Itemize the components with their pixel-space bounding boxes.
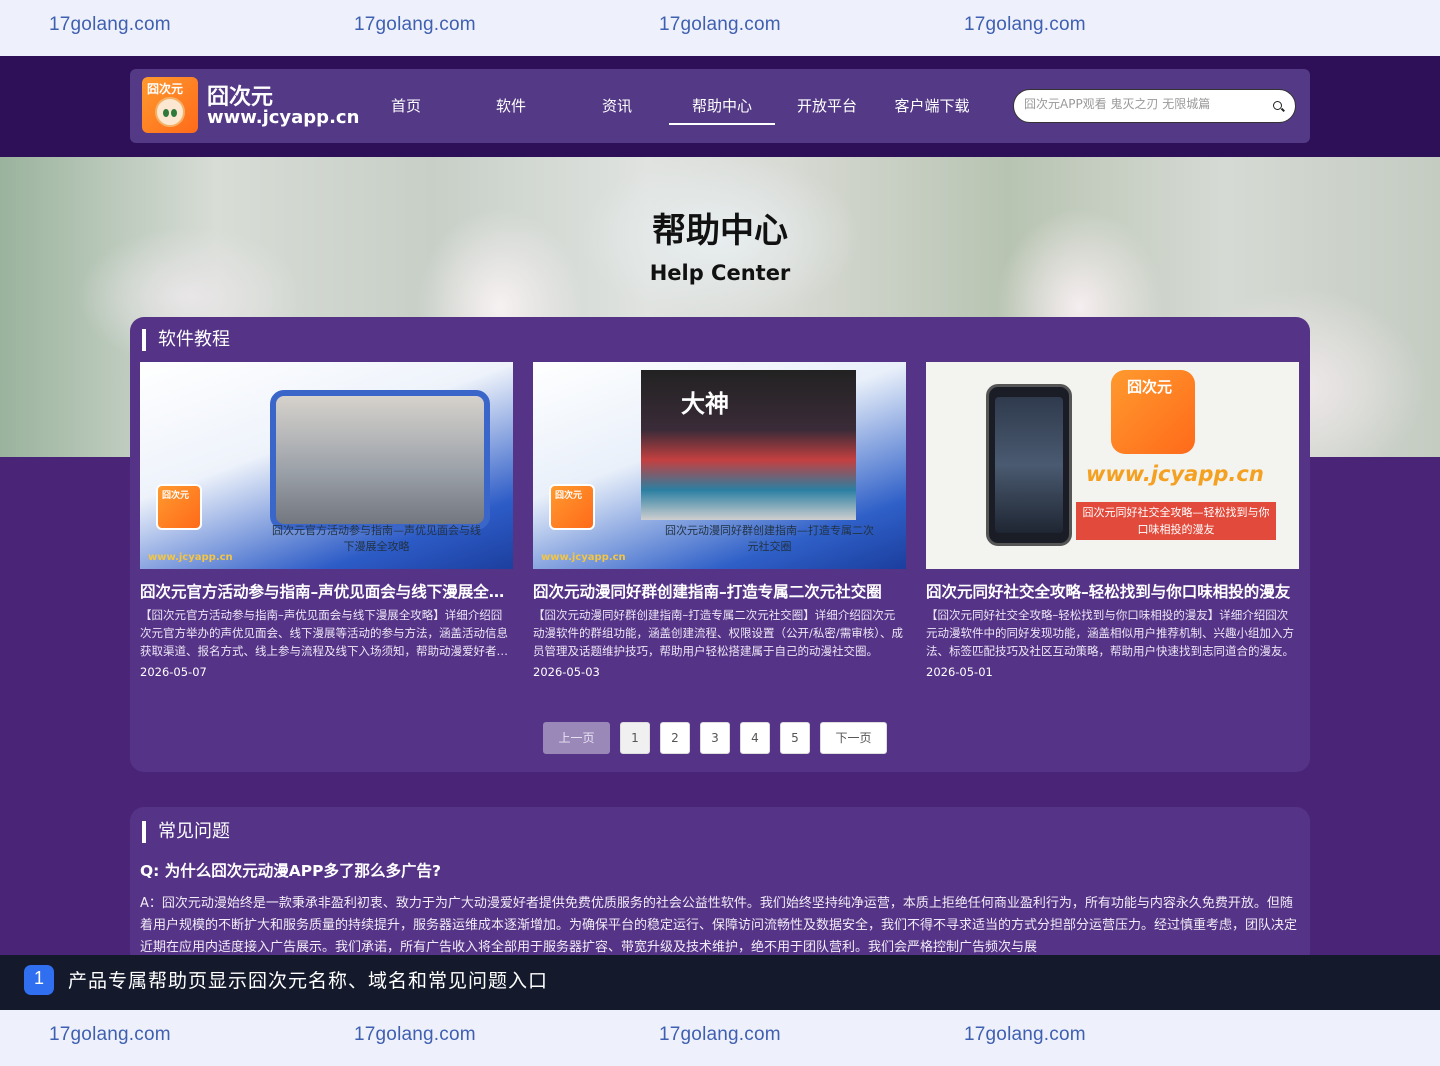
phone-mockup <box>986 384 1072 546</box>
logo-icon: 囧次元 <box>156 484 202 530</box>
logo-icon: 囧次元 <box>1111 370 1195 454</box>
thumbnail-caption: 囧次元同好社交全攻略—轻松找到与你口味相投的漫友 <box>1076 502 1276 540</box>
watermark-text: 17golang.com <box>49 1024 171 1045</box>
nav-software[interactable]: 软件 <box>458 95 564 116</box>
article-summary: 【囧次元官方活动参与指南–声优见面会与线下漫展全攻略】详细介绍囧次元官方举办的声… <box>140 608 508 658</box>
prev-page-button[interactable]: 上一页 <box>543 722 610 754</box>
section-title: 常见问题 <box>142 821 230 843</box>
watermark-text: 17golang.com <box>659 1024 781 1045</box>
search-input[interactable] <box>1024 97 1264 111</box>
watermark-text: 17golang.com <box>659 14 781 35</box>
article-date: 2026-05-07 <box>140 665 207 679</box>
nav-client-download[interactable]: 客户端下载 <box>879 95 985 116</box>
page-button-4[interactable]: 4 <box>740 722 770 754</box>
next-page-button[interactable]: 下一页 <box>820 722 887 754</box>
article-title[interactable]: 囧次元官方活动参与指南–声优见面会与线下漫展全攻略 <box>140 580 513 602</box>
annotation-text: 产品专属帮助页显示囧次元名称、域名和常见问题入口 <box>68 970 549 992</box>
annotation-caption-bar: 1 产品专属帮助页显示囧次元名称、域名和常见问题入口 <box>0 955 1440 1010</box>
logo-icon[interactable]: 囧次元 <box>142 77 198 133</box>
nav-home[interactable]: 首页 <box>353 95 459 116</box>
article-thumbnail[interactable]: 大神 囧次元 囧次元动漫同好群创建指南—打造专属二次元社交圈 www.jcyap… <box>533 362 906 569</box>
article-thumbnail[interactable]: 囧次元 www.jcyapp.cn 囧次元同好社交全攻略—轻松找到与你口味相投的… <box>926 362 1299 569</box>
page-subtitle: Help Center <box>649 261 791 285</box>
article-title[interactable]: 囧次元同好社交全攻略–轻松找到与你口味相投的漫友 <box>926 580 1299 602</box>
thumbnail-url: www.jcyapp.cn <box>541 552 626 563</box>
site-domain[interactable]: www.jcyapp.cn <box>207 107 359 128</box>
shop-sign: 大神 <box>681 390 729 418</box>
watermark-text: 17golang.com <box>964 1024 1086 1045</box>
watermark-text: 17golang.com <box>964 14 1086 35</box>
page-button-2[interactable]: 2 <box>660 722 690 754</box>
nav-news[interactable]: 资讯 <box>564 95 670 116</box>
site-header: 囧次元 囧次元 www.jcyapp.cn 首页 软件 资讯 帮助中心 开放平台… <box>130 69 1310 143</box>
page-title: 帮助中心 <box>652 211 788 251</box>
article-date: 2026-05-03 <box>533 665 600 679</box>
page-button-1[interactable]: 1 <box>620 722 650 754</box>
article-title[interactable]: 囧次元动漫同好群创建指南–打造专属二次元社交圈 <box>533 580 906 602</box>
article-thumbnail[interactable]: 囧次元 囧次元官方活动参与指南—声优见面会与线下漫展全攻略 www.jcyapp… <box>140 362 513 569</box>
logo-icon: 囧次元 <box>549 484 595 530</box>
article-summary: 【囧次元同好社交全攻略–轻松找到与你口味相投的漫友】详细介绍囧次元动漫软件中的同… <box>926 608 1294 658</box>
search-icon[interactable] <box>1273 101 1282 110</box>
thumbnail-caption: 囧次元动漫同好群创建指南—打造专属二次元社交圈 <box>665 524 874 553</box>
page-button-5[interactable]: 5 <box>780 722 810 754</box>
watermark-bar-bottom: 17golang.com 17golang.com 17golang.com 1… <box>0 1010 1440 1066</box>
watermark-text: 17golang.com <box>354 1024 476 1045</box>
thumbnail-url: www.jcyapp.cn <box>148 552 233 563</box>
faq-question[interactable]: Q: 为什么囧次元动漫APP多了那么多广告? <box>140 859 441 881</box>
tutorials-panel: 软件教程 囧次元 囧次元官方活动参与指南—声优见面会与线下漫展全攻略 www.j… <box>130 317 1310 772</box>
annotation-number-badge: 1 <box>24 965 54 995</box>
thumbnail-url: www.jcyapp.cn <box>1086 462 1264 486</box>
faq-panel: 常见问题 Q: 为什么囧次元动漫APP多了那么多广告? A：囧次元动漫始终是一款… <box>130 807 1310 967</box>
page-button-3[interactable]: 3 <box>700 722 730 754</box>
article-card[interactable]: 囧次元 囧次元官方活动参与指南—声优见面会与线下漫展全攻略 www.jcyapp… <box>140 362 513 679</box>
article-date: 2026-05-01 <box>926 665 993 679</box>
mascot-face <box>155 97 185 127</box>
watermark-text: 17golang.com <box>354 14 476 35</box>
cosplay-photo: 大神 <box>641 370 856 520</box>
article-card[interactable]: 大神 囧次元 囧次元动漫同好群创建指南—打造专属二次元社交圈 www.jcyap… <box>533 362 906 679</box>
nav-help-center[interactable]: 帮助中心 <box>669 95 775 125</box>
watermark-bar-top: 17golang.com 17golang.com 17golang.com 1… <box>0 0 1440 56</box>
article-card[interactable]: 囧次元 www.jcyapp.cn 囧次元同好社交全攻略—轻松找到与你口味相投的… <box>926 362 1299 679</box>
article-summary: 【囧次元动漫同好群创建指南–打造专属二次元社交圈】详细介绍囧次元动漫软件的群组功… <box>533 608 903 658</box>
logo-tag: 囧次元 <box>147 82 184 96</box>
event-photo <box>270 390 490 530</box>
pagination: 上一页 1 2 3 4 5 下一页 <box>130 722 1310 754</box>
faq-answer: A：囧次元动漫始终是一款秉承非盈利初衷、致力于为广大动漫爱好者提供免费优质服务的… <box>140 896 1298 955</box>
nav-open-platform[interactable]: 开放平台 <box>774 95 880 116</box>
section-title: 软件教程 <box>142 329 230 351</box>
search-box <box>1013 89 1296 123</box>
thumbnail-caption: 囧次元官方活动参与指南—声优见面会与线下漫展全攻略 <box>272 524 481 553</box>
watermark-text: 17golang.com <box>49 14 171 35</box>
